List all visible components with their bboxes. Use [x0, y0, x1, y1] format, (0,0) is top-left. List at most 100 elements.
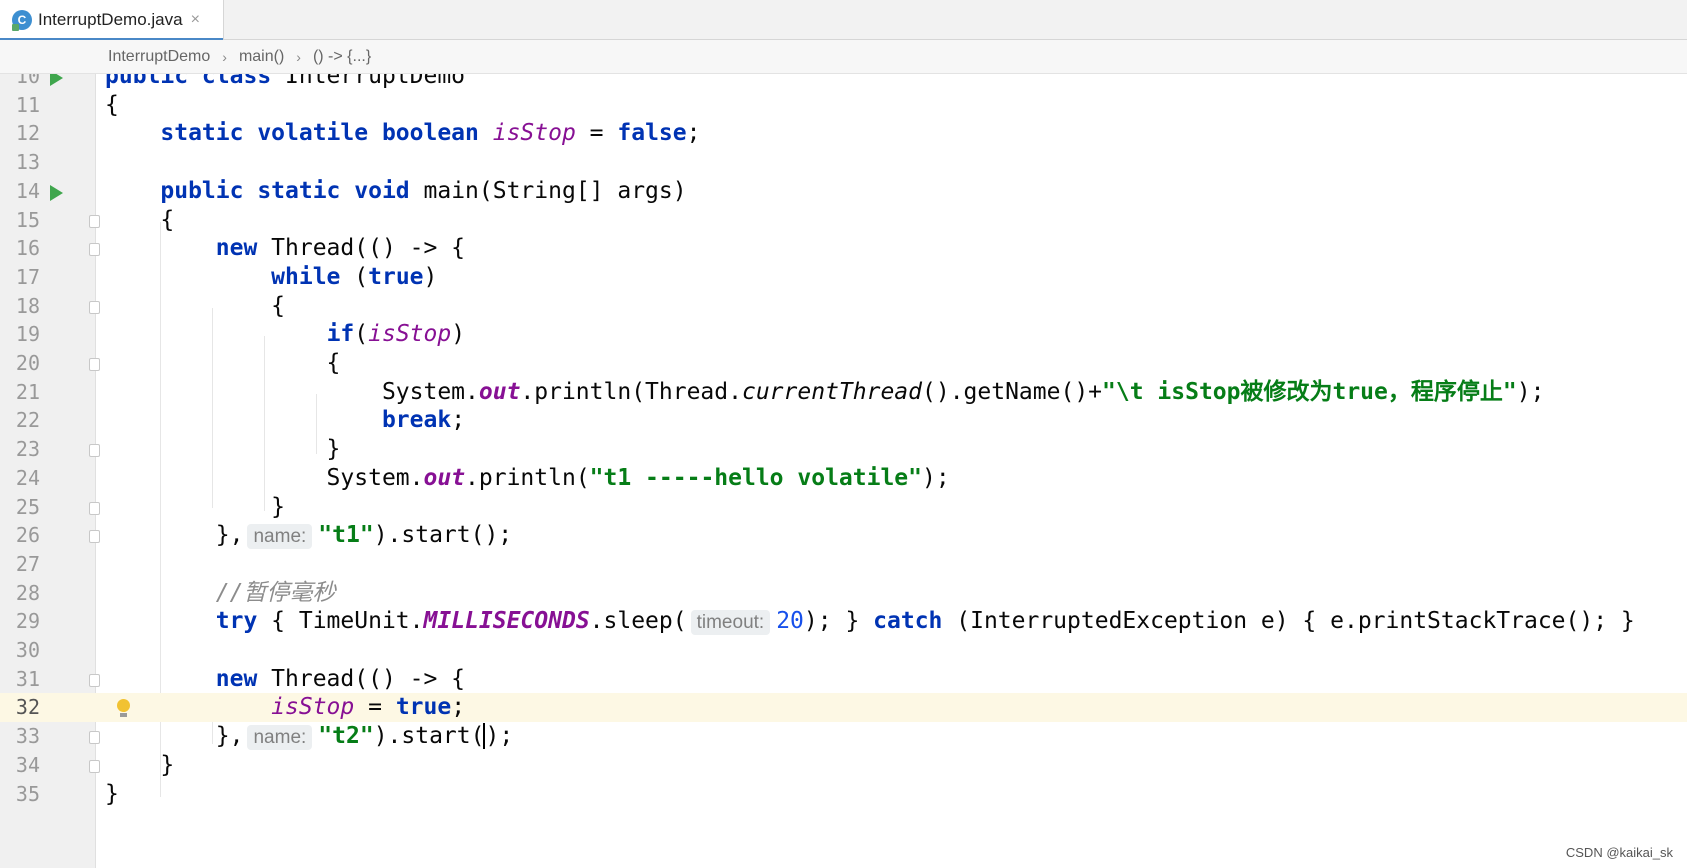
code-line[interactable]: 20 { [0, 349, 1687, 378]
chevron-right-icon: › [222, 48, 227, 65]
breadcrumb-item-class[interactable]: InterruptDemo [108, 48, 210, 66]
code-line[interactable]: 11 { [0, 91, 1687, 120]
code-line[interactable]: 27 [0, 550, 1687, 579]
code-editor[interactable]: 10 public class InterruptDemo 11 {12 static… [0, 74, 1687, 868]
code-line[interactable]: 32 isStop = true; [0, 693, 1687, 723]
line-number: 16 [15, 236, 40, 261]
tab-title: InterruptDemo.java [38, 10, 183, 29]
run-icon[interactable] [50, 74, 63, 86]
code-line[interactable]: 34 } [0, 751, 1687, 780]
code-token: new [215, 665, 272, 692]
code-token: ).start(); [373, 522, 513, 549]
code-token: ; [451, 694, 466, 721]
line-number: 14 [15, 178, 40, 203]
fold-icon[interactable] [89, 300, 100, 314]
code-line[interactable]: 26 }, name: "t1").start(); [0, 521, 1687, 550]
code-text: break; [105, 406, 465, 435]
code-line[interactable]: 23 } [0, 435, 1687, 464]
code-token: isStop [271, 694, 355, 721]
code-token: ) [423, 263, 438, 290]
code-line[interactable]: 19 if(isStop) [0, 320, 1687, 349]
line-number: 31 [15, 666, 40, 691]
code-token: ); [1516, 378, 1545, 405]
code-text: } [105, 493, 285, 522]
code-line[interactable]: 12 static volatile boolean isStop = fals… [0, 119, 1687, 148]
fold-icon[interactable] [89, 673, 100, 687]
code-token: ; [499, 723, 514, 750]
breadcrumb-item-lambda[interactable]: () -> {...} [313, 48, 371, 66]
close-icon[interactable]: × [191, 11, 200, 29]
code-token: { TimeUnit. [271, 608, 424, 635]
tab-interruptdemo-java[interactable]: C InterruptDemo.java × [0, 0, 224, 41]
line-number: 28 [15, 580, 40, 605]
line-number: 27 [15, 551, 40, 576]
fold-icon[interactable] [89, 501, 100, 515]
line-number: 18 [15, 293, 40, 318]
line-number: 25 [15, 494, 40, 519]
fold-icon[interactable] [89, 731, 100, 745]
line-number: 10 [15, 74, 40, 88]
code-line[interactable]: 22 break; [0, 406, 1687, 435]
code-token: "t1" [318, 522, 374, 549]
fold-icon[interactable] [89, 759, 100, 773]
code-token: ).start( [373, 723, 485, 750]
code-line[interactable]: 35} [0, 780, 1687, 809]
code-token: 20 [776, 608, 804, 635]
code-token: while [271, 263, 355, 290]
breadcrumb-item-method[interactable]: main() [239, 48, 284, 66]
code-line[interactable]: 16 new Thread(() -> { [0, 234, 1687, 263]
code-line[interactable]: 14 public static void main(String[] args… [0, 177, 1687, 206]
code-token: ); [922, 464, 950, 491]
code-token: isStop [368, 321, 452, 348]
code-text: System.out.println(Thread.currentThread(… [105, 378, 1545, 407]
code-line[interactable]: 13 [0, 148, 1687, 177]
code-token: System. [105, 464, 424, 491]
code-token: Thread(() -> { [271, 235, 466, 262]
code-token: { [105, 91, 119, 118]
code-text: new Thread(() -> { [105, 234, 465, 263]
fold-icon[interactable] [89, 214, 100, 228]
code-line[interactable]: 28 //暂停毫秒 [0, 579, 1687, 608]
code-token: true [395, 694, 452, 721]
code-token: MILLISECONDS [423, 608, 590, 635]
fold-icon[interactable] [89, 358, 100, 371]
line-number: 33 [15, 724, 40, 749]
code-text: while (true) [105, 263, 437, 292]
code-line[interactable]: 21 System.out.println(Thread.currentThre… [0, 378, 1687, 407]
code-line[interactable]: 30 [0, 636, 1687, 665]
code-line[interactable]: 25 } [0, 493, 1687, 522]
line-number: 22 [15, 408, 40, 433]
code-line[interactable]: 33 }, name: "t2").start(); [0, 722, 1687, 751]
line-number: 35 [15, 781, 40, 806]
code-token: ); } [803, 608, 874, 635]
code-line[interactable]: 15 { [0, 206, 1687, 235]
code-line[interactable]: 31 new Thread(() -> { [0, 665, 1687, 694]
fold-icon[interactable] [89, 243, 100, 257]
code-token: public static void [160, 177, 424, 204]
fold-icon[interactable] [89, 530, 100, 544]
run-icon[interactable] [50, 184, 63, 201]
code-line[interactable]: 29 try { TimeUnit.MILLISECONDS.sleep(tim… [0, 607, 1687, 636]
code-text: new Thread(() -> { [105, 665, 465, 694]
code-line[interactable]: 17 while (true) [0, 263, 1687, 292]
fold-icon[interactable] [89, 444, 100, 458]
code-text: public class InterruptDemo [105, 74, 465, 91]
code-line[interactable]: 24 System.out.println("t1 -----hello vol… [0, 464, 1687, 493]
code-token: false [617, 120, 687, 147]
code-text: //暂停毫秒 [105, 579, 336, 608]
code-text: try { TimeUnit.MILLISECONDS.sleep(timeou… [105, 607, 1635, 636]
code-text: isStop = true; [105, 693, 465, 722]
code-line[interactable]: 10 public class InterruptDemo [0, 74, 1687, 91]
code-text: if(isStop) [105, 320, 466, 349]
code-token: main(String[] args) [423, 177, 687, 204]
code-token: { [105, 350, 341, 376]
line-number: 19 [15, 322, 40, 347]
line-number: 26 [15, 523, 40, 548]
code-line[interactable]: 18 { [0, 292, 1687, 321]
line-number: 17 [15, 264, 40, 289]
code-token: { [105, 206, 175, 233]
